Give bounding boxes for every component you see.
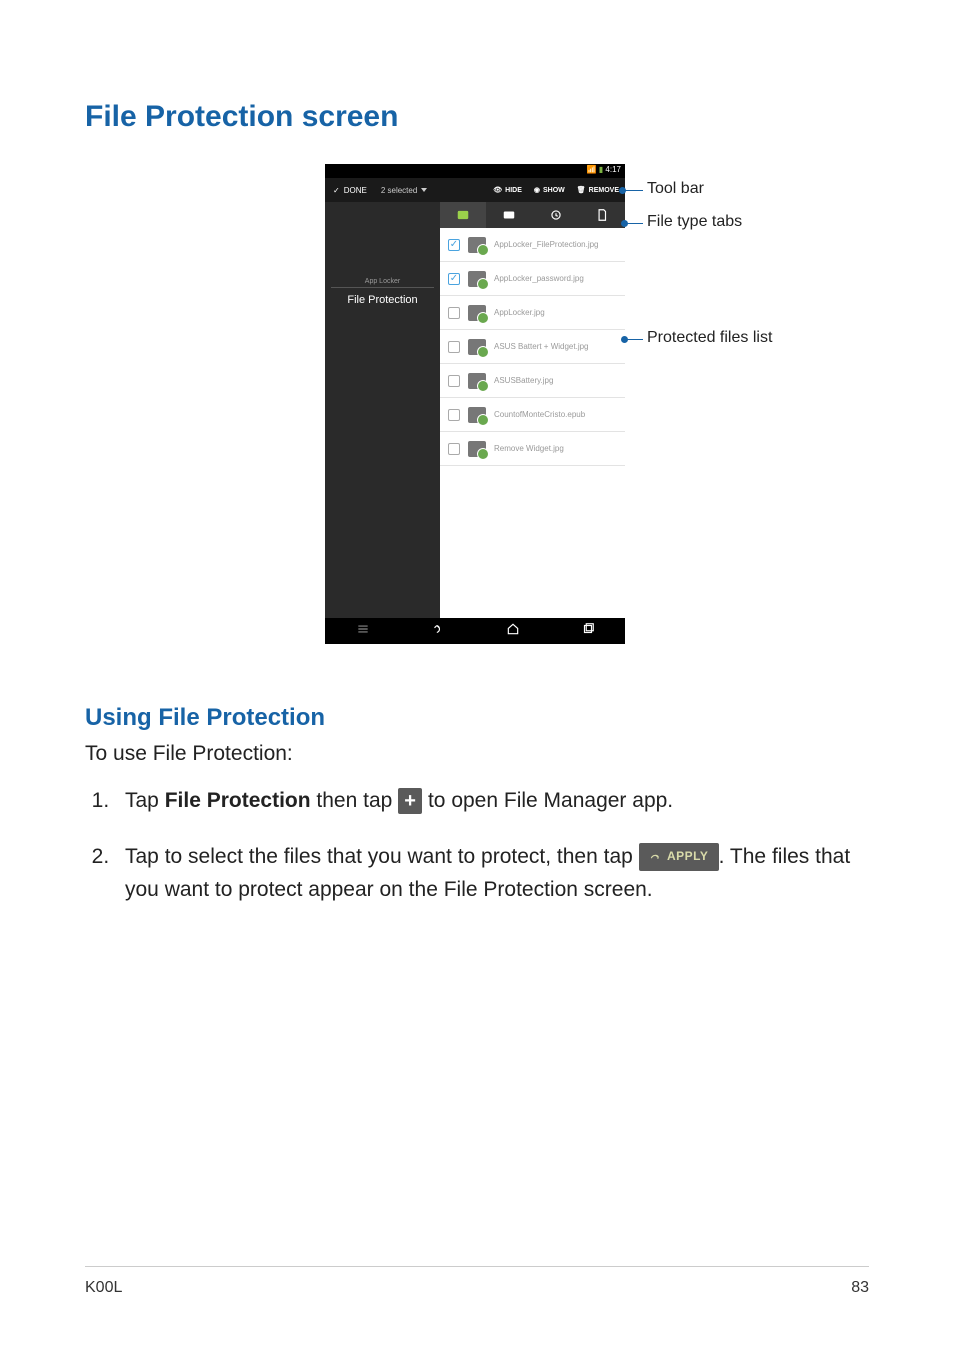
wifi-icon: 📶	[587, 165, 597, 174]
nav-recent-icon[interactable]	[581, 622, 595, 641]
file-thumbnail-icon	[468, 237, 486, 253]
step1-text-a: Tap	[125, 789, 165, 812]
file-thumbnail-icon	[468, 441, 486, 457]
file-thumbnail-icon	[468, 305, 486, 321]
nav-menu-icon[interactable]	[356, 622, 370, 641]
picture-icon	[456, 208, 470, 222]
instructions-intro: To use File Protection:	[85, 742, 869, 766]
file-name-label: CountofMonteCristo.epub	[494, 410, 585, 419]
checkbox-icon[interactable]	[448, 341, 460, 353]
tab-images[interactable]	[440, 202, 486, 228]
battery-icon: ▮	[599, 165, 603, 174]
step2-text-a: Tap to select the files that you want to…	[125, 845, 639, 868]
step1-text-c: then tap	[311, 789, 399, 812]
sub-heading: Using File Protection	[85, 704, 869, 732]
done-button[interactable]: ✓ DONE	[325, 186, 375, 195]
apply-button-icon: APPLY	[639, 843, 719, 871]
system-nav-bar	[325, 618, 625, 644]
side-panel: App Locker File Protection	[325, 202, 440, 618]
file-thumbnail-icon	[468, 407, 486, 423]
eye-slash-icon: 👁	[493, 186, 502, 194]
music-icon	[549, 208, 563, 222]
sidebar-section-label: File Protection	[331, 287, 434, 306]
footer-page-number: 83	[851, 1279, 869, 1297]
manual-page: File Protection screen 📶 ▮ 4:17 ✓ DONE 2…	[0, 0, 954, 1357]
film-icon	[502, 208, 516, 222]
remove-label: REMOVE	[589, 187, 619, 194]
checkbox-icon[interactable]: ✓	[448, 273, 460, 285]
checkbox-icon[interactable]	[448, 375, 460, 387]
file-row[interactable]: ASUSBattery.jpg	[440, 364, 625, 398]
tab-audio[interactable]	[533, 202, 579, 228]
callout-toolbar: Tool bar	[647, 180, 704, 198]
file-row[interactable]: Remove Widget.jpg	[440, 432, 625, 466]
file-thumbnail-icon	[468, 271, 486, 287]
status-bar: 📶 ▮ 4:17	[325, 164, 625, 178]
nav-home-icon[interactable]	[506, 622, 520, 641]
document-icon	[595, 208, 609, 222]
file-name-label: AppLocker.jpg	[494, 308, 545, 317]
protected-files-list: ✓ AppLocker_FileProtection.jpg ✓ AppLocker_…	[440, 228, 625, 466]
file-name-label: Remove Widget.jpg	[494, 444, 564, 453]
footer-model: K00L	[85, 1279, 122, 1297]
checkbox-icon[interactable]	[448, 307, 460, 319]
show-label: SHOW	[543, 187, 565, 194]
file-thumbnail-icon	[468, 373, 486, 389]
eye-icon: ◉	[534, 186, 540, 194]
checkbox-icon[interactable]: ✓	[448, 239, 460, 251]
file-row[interactable]: ✓ AppLocker_FileProtection.jpg	[440, 228, 625, 262]
callout-line	[625, 339, 643, 340]
tab-video[interactable]	[486, 202, 532, 228]
selection-count-dropdown[interactable]: 2 selected	[375, 186, 433, 195]
checkbox-icon[interactable]	[448, 409, 460, 421]
step-2: Tap to select the files that you want to…	[115, 840, 869, 907]
file-name-label: ASUSBattery.jpg	[494, 376, 553, 385]
callout-list: Protected files list	[647, 329, 772, 347]
done-label: DONE	[344, 186, 367, 195]
apply-label: APPLY	[667, 847, 708, 866]
file-name-label: AppLocker_FileProtection.jpg	[494, 240, 599, 249]
plus-icon: +	[398, 788, 422, 814]
main-column: ✓ AppLocker_FileProtection.jpg ✓ AppLocker_…	[440, 202, 625, 618]
file-row[interactable]: ASUS Battert + Widget.jpg	[440, 330, 625, 364]
trash-icon: 🗑	[577, 186, 586, 194]
callout-line	[623, 190, 643, 191]
remove-button[interactable]: 🗑 REMOVE	[571, 186, 625, 194]
hide-label: HIDE	[505, 187, 522, 194]
file-row[interactable]: CountofMonteCristo.epub	[440, 398, 625, 432]
annotated-screenshot-figure: 📶 ▮ 4:17 ✓ DONE 2 selected 👁 HIDE ◉ SHOW	[85, 164, 869, 664]
instruction-steps: Tap File Protection then tap + to open F…	[85, 784, 869, 907]
show-button[interactable]: ◉ SHOW	[528, 186, 571, 194]
hide-button[interactable]: 👁 HIDE	[487, 186, 528, 194]
callout-line	[625, 223, 643, 224]
file-name-label: ASUS Battert + Widget.jpg	[494, 342, 589, 351]
tab-other[interactable]	[579, 202, 625, 228]
nav-back-icon[interactable]	[431, 622, 445, 641]
step1-text-b: File Protection	[165, 789, 311, 812]
status-time: 4:17	[605, 165, 621, 174]
file-name-label: AppLocker_password.jpg	[494, 274, 584, 283]
checkbox-icon[interactable]	[448, 443, 460, 455]
screen-body: App Locker File Protection	[325, 202, 625, 618]
page-footer: K00L 83	[85, 1266, 869, 1297]
file-row[interactable]: AppLocker.jpg	[440, 296, 625, 330]
step1-text-d: to open File Manager app.	[422, 789, 673, 812]
step-1: Tap File Protection then tap + to open F…	[115, 784, 869, 818]
file-row[interactable]: ✓ AppLocker_password.jpg	[440, 262, 625, 296]
file-type-tabs	[440, 202, 625, 228]
page-title: File Protection screen	[85, 100, 869, 134]
apply-arrow-icon	[649, 850, 663, 864]
toolbar: ✓ DONE 2 selected 👁 HIDE ◉ SHOW 🗑 REMOVE	[325, 178, 625, 202]
callout-tabs: File type tabs	[647, 213, 742, 231]
sidebar-app-label: App Locker	[325, 278, 440, 285]
device-screenshot: 📶 ▮ 4:17 ✓ DONE 2 selected 👁 HIDE ◉ SHOW	[325, 164, 625, 644]
check-icon: ✓	[333, 186, 340, 195]
file-thumbnail-icon	[468, 339, 486, 355]
